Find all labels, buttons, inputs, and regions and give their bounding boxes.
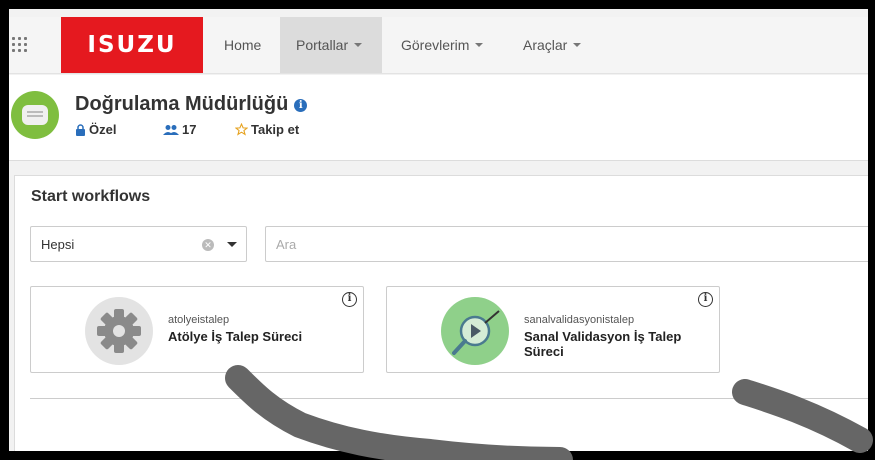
app-window: ISUZU Home Portallar Görevlerim Araçlar …	[6, 6, 871, 454]
lock-icon	[76, 123, 85, 136]
nav-gorevlerim-label: Görevlerim	[401, 37, 470, 53]
info-icon[interactable]: i	[342, 292, 357, 307]
top-navigation-bar: ISUZU Home Portallar Görevlerim Araçlar	[9, 17, 868, 74]
info-icon[interactable]: i	[698, 292, 713, 307]
nav-home-link[interactable]: Home	[208, 17, 277, 73]
chevron-down-icon	[354, 43, 363, 47]
isuzu-logo[interactable]: ISUZU	[61, 17, 203, 73]
nav-araclar-menu[interactable]: Araçlar	[507, 17, 597, 73]
nav-gorevlerim-menu[interactable]: Görevlerim	[385, 17, 499, 73]
nav-portallar-label: Portallar	[296, 37, 349, 53]
chevron-down-icon	[573, 43, 582, 47]
workflow-name-label: Sanal Validasyon İş Talep Süreci	[524, 329, 682, 359]
workflow-filter-select[interactable]: Hepsi ✕	[30, 226, 247, 262]
group-avatar	[11, 91, 59, 139]
dropdown-arrow-icon[interactable]	[227, 242, 237, 247]
workflow-name-label: Atölye İş Talep Süreci	[168, 329, 303, 344]
follow-button[interactable]: Takip et	[235, 122, 299, 137]
apps-grid-icon[interactable]	[12, 37, 32, 53]
nav-home-label: Home	[224, 37, 262, 53]
search-placeholder: Ara	[276, 237, 297, 252]
privacy-indicator[interactable]: Özel	[75, 122, 163, 137]
workflow-card-sanal-validasyon[interactable]: sanalvalidasyonistalep Sanal Validasyon …	[386, 286, 720, 373]
panel-title: Start workflows	[31, 188, 151, 205]
divider	[30, 398, 868, 399]
chat-bubble-icon	[22, 105, 48, 125]
star-icon	[235, 123, 248, 136]
follow-label: Takip et	[251, 122, 300, 137]
search-input[interactable]: Ara	[265, 226, 868, 262]
nav-portallar-menu[interactable]: Portallar	[280, 17, 382, 73]
group-header: Doğrulama Müdürlüğü i Özel 17 Takip et	[9, 75, 868, 161]
members-icon	[163, 124, 179, 135]
workflow-card-atolye[interactable]: atolyeistalep Atölye İş Talep Süreci i	[30, 286, 364, 373]
start-workflows-panel: Start workflows Hepsi ✕ Ara atolyeistale…	[14, 175, 868, 451]
validation-play-icon	[441, 297, 509, 365]
info-icon[interactable]: i	[294, 99, 308, 112]
gear-icon	[85, 297, 153, 365]
member-count-label: 17	[182, 122, 197, 137]
group-meta: Özel 17 Takip et	[75, 122, 299, 137]
filter-value: Hepsi	[41, 237, 75, 252]
members-count[interactable]: 17	[163, 122, 235, 137]
workflow-id-label: atolyeistalep	[168, 314, 230, 326]
privacy-label: Özel	[89, 122, 117, 137]
group-title-text: Doğrulama Müdürlüğü	[75, 93, 289, 115]
nav-araclar-label: Araçlar	[523, 37, 568, 53]
workflow-id-label: sanalvalidasyonistalep	[524, 314, 635, 326]
page-title: Doğrulama Müdürlüğü i	[75, 93, 308, 116]
chevron-down-icon	[475, 43, 484, 47]
clear-icon[interactable]: ✕	[202, 239, 214, 251]
